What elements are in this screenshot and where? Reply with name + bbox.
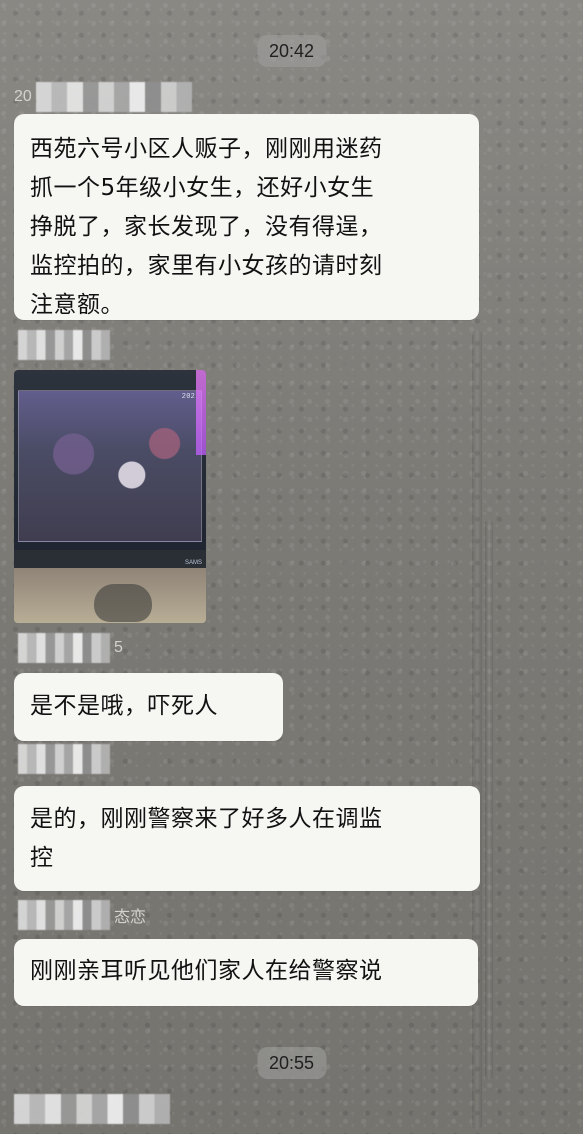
cctv-timestamp: 202	[181, 393, 195, 401]
chat-screenshot: { "header": { "time_1": "20:42", "time_2…	[0, 0, 583, 1134]
window-drip-1	[472, 330, 482, 1130]
sender-name-suffix-5: 态恋	[114, 909, 147, 926]
sender-name-blur-3	[18, 633, 110, 663]
sender-name-3: 5	[18, 633, 123, 663]
shared-image-thumbnail[interactable]: 202 SAMS	[14, 370, 206, 623]
timestamp-pill-1: 20:42	[256, 35, 327, 67]
monitor-image: 202 SAMS	[14, 370, 206, 568]
sender-name-suffix-3: 5	[114, 639, 123, 656]
message-bubble-1: 西苑六号小区人贩子，刚刚用迷药 抓一个5年级小女生，还好小女生 挣脱了，家长发现…	[14, 114, 479, 320]
sender-name-blur-5	[18, 900, 110, 930]
sender-name-4	[18, 744, 114, 774]
sender-name-5: 态恋	[18, 900, 146, 930]
sender-name-blur-4	[18, 744, 110, 774]
sender-name-2	[18, 330, 110, 360]
sender-name-prefix-1: 20	[14, 88, 32, 105]
monitor-logo: SAMS	[184, 560, 202, 566]
purple-glow	[196, 370, 206, 455]
sender-name-1: 20	[14, 82, 192, 112]
message-bubble-3: 是的，刚刚警察来了好多人在调监 控	[14, 786, 480, 891]
cctv-screen: 202	[18, 390, 202, 542]
sender-name-6	[14, 1094, 170, 1124]
sender-name-blur-2	[18, 330, 110, 360]
message-bubble-4: 刚刚亲耳听见他们家人在给警察说	[14, 939, 478, 1006]
window-drip-2	[485, 520, 493, 1080]
mouse-shadow	[94, 584, 152, 622]
timestamp-pill-2: 20:55	[256, 1047, 327, 1079]
monitor-bottom: SAMS	[14, 550, 206, 568]
sender-name-blur-1	[35, 82, 192, 112]
sender-name-blur-6	[14, 1094, 170, 1124]
message-bubble-2: 是不是哦，吓死人	[14, 673, 283, 741]
